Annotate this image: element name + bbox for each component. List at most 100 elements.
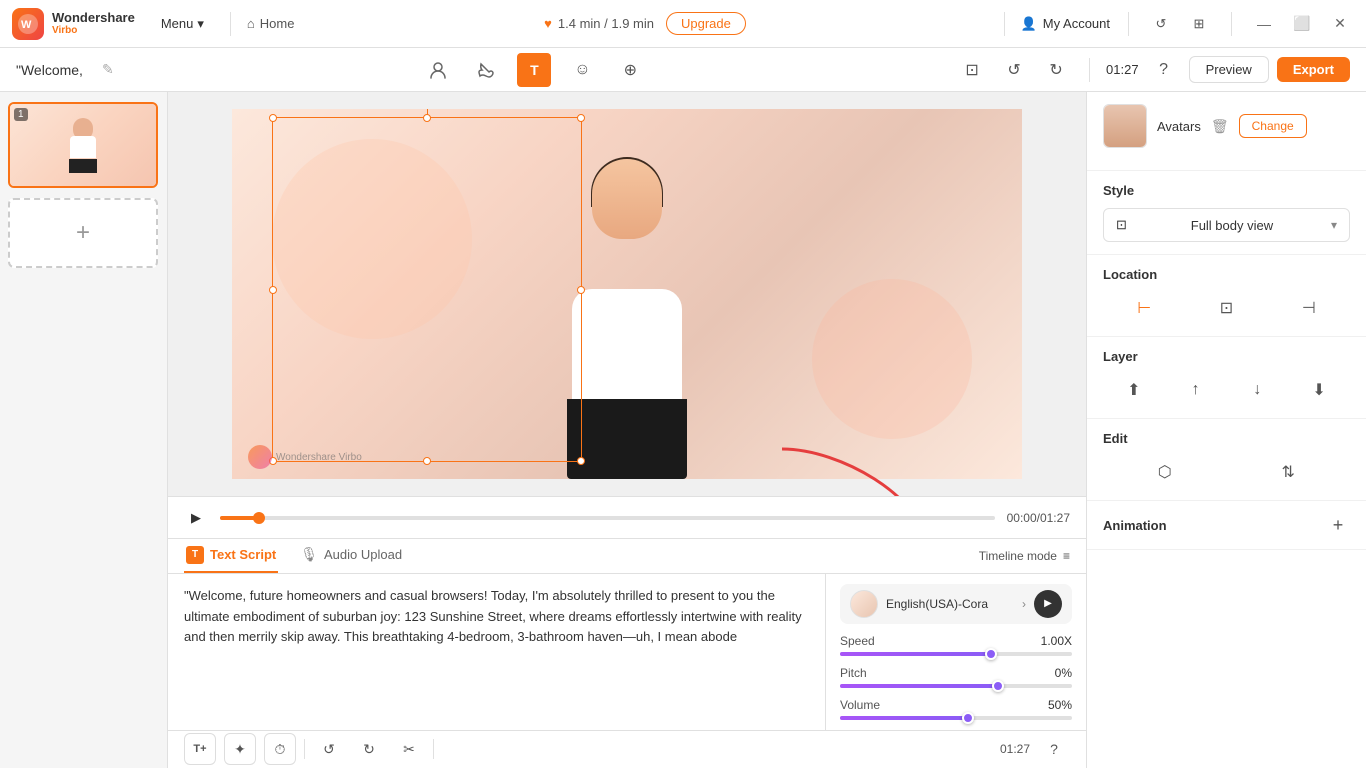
account-label: My Account [1043, 16, 1110, 31]
style-dropdown-value: Full body view [1191, 218, 1273, 233]
volume-slider-track[interactable] [840, 716, 1072, 720]
preview-button[interactable]: Preview [1189, 56, 1269, 83]
bottom-panel: T Text Script 🎙 Audio Upload Timeline mo… [168, 538, 1086, 768]
script-text-content[interactable]: "Welcome, future homeowners and casual b… [168, 574, 826, 730]
text-insert-button[interactable]: T+ [184, 733, 216, 765]
topbar-right: 👤 My Account ↺ ⊞ — ⬜ ✕ [1021, 10, 1354, 38]
timeline-mode-toggle[interactable]: Timeline mode ≡ [979, 549, 1070, 563]
align-right-button[interactable]: ⊣ [1293, 292, 1325, 324]
export-button[interactable]: Export [1277, 57, 1350, 82]
send-back-button[interactable]: ⬇ [1303, 374, 1335, 406]
align-center-button[interactable]: ⊡ [1210, 292, 1242, 324]
volume-slider-thumb[interactable] [962, 712, 974, 724]
voice-selector[interactable]: English(USA)-Cora › ▶ [840, 584, 1072, 624]
upgrade-button[interactable]: Upgrade [666, 12, 746, 35]
slide-1[interactable]: 1 [8, 102, 158, 188]
selection-handle-tl[interactable] [269, 114, 277, 122]
undo-button[interactable]: ↺ [997, 53, 1031, 87]
help-button[interactable]: ? [1147, 53, 1181, 87]
account-icon: 👤 [1021, 16, 1037, 32]
watermark: Wondershare Virbo [248, 445, 362, 469]
voice-chevron-icon: › [1022, 597, 1026, 611]
adjust-button[interactable]: ⇅ [1272, 456, 1304, 488]
crop-button[interactable]: ⬡ [1149, 456, 1181, 488]
pitch-slider-track[interactable] [840, 684, 1072, 688]
slide-avatar-body [70, 136, 96, 158]
layer-section: Layer ⬆ ↑ ↓ ⬇ [1087, 337, 1366, 419]
logo-text-area: Wondershare Virbo [52, 11, 135, 36]
progress-track[interactable] [220, 516, 995, 520]
progress-thumb[interactable] [253, 512, 265, 524]
minimize-button[interactable]: — [1250, 10, 1278, 38]
project-title[interactable]: "Welcome, [16, 62, 96, 78]
send-backward-button[interactable]: ↓ [1241, 374, 1273, 406]
speed-slider-track[interactable] [840, 652, 1072, 656]
avatars-label: Avatars [1157, 119, 1201, 134]
add-slide-button[interactable]: + [8, 198, 158, 268]
avatar-skirt [567, 399, 687, 479]
selection-handle-tr[interactable] [577, 114, 585, 122]
add-animation-button[interactable]: + [1326, 513, 1350, 537]
app-logo[interactable]: W Wondershare Virbo [12, 8, 135, 40]
selection-handle-ml[interactable] [269, 286, 277, 294]
bt-divider-2 [433, 739, 434, 759]
canvas-container[interactable]: Wondershare Virbo [168, 92, 1086, 496]
bt-help-button[interactable]: ? [1038, 733, 1070, 765]
audio-tab-label: Audio Upload [324, 547, 402, 562]
voice-play-button[interactable]: ▶ [1034, 590, 1062, 618]
speed-slider-thumb[interactable] [985, 648, 997, 660]
sticker-tool-button[interactable]: ☺ [565, 53, 599, 87]
avatar-figure[interactable] [497, 139, 757, 479]
fullscreen-button[interactable]: ⊡ [955, 53, 989, 87]
close-button[interactable]: ✕ [1326, 10, 1354, 38]
redo-button[interactable]: ↻ [1039, 53, 1073, 87]
text-tool-button[interactable]: T [517, 53, 551, 87]
maximize-button[interactable]: ⬜ [1288, 10, 1316, 38]
duration-badge: ♥ 1.4 min / 1.9 min [544, 16, 654, 31]
bring-forward-button[interactable]: ↑ [1180, 374, 1212, 406]
change-avatar-button[interactable]: Change [1239, 114, 1307, 138]
topbar-center: ♥ 1.4 min / 1.9 min Upgrade [302, 12, 987, 35]
play-button[interactable]: ▶ [184, 506, 208, 530]
location-title: Location [1103, 267, 1157, 282]
avatar-simulation [497, 139, 757, 479]
tab-audio-upload[interactable]: 🎙 Audio Upload [298, 539, 404, 573]
bring-front-button[interactable]: ⬆ [1118, 374, 1150, 406]
menu-button[interactable]: Menu ▾ [151, 12, 214, 36]
animation-section: Animation + [1087, 501, 1366, 550]
brush-tool-button[interactable] [469, 53, 503, 87]
pitch-slider-thumb[interactable] [992, 680, 1004, 692]
account-button[interactable]: 👤 My Account [1021, 16, 1110, 32]
selection-handle-bm[interactable] [423, 457, 431, 465]
playback-bar: ▶ 00:00/01:27 [168, 496, 1086, 538]
avatar-tool-button[interactable] [421, 53, 455, 87]
edit-title-icon[interactable]: ✎ [102, 61, 114, 78]
bt-undo-button[interactable]: ↺ [313, 733, 345, 765]
pitch-label-row: Pitch 0% [840, 666, 1072, 680]
product-name: Virbo [52, 25, 135, 36]
tab-text-script[interactable]: T Text Script [184, 539, 278, 573]
drawing-button[interactable]: ✦ [224, 733, 256, 765]
secondary-toolbar: "Welcome, ✎ T ☺ ⊕ ⊡ ↺ ↻ 01:27 ? Preview … [0, 48, 1366, 92]
selection-top-connector [427, 109, 428, 118]
avatars-section: Avatars 🗑 Change [1087, 92, 1366, 171]
align-left-button[interactable]: ⊢ [1128, 292, 1160, 324]
history-button[interactable]: ↺ [1147, 10, 1175, 38]
volume-value: 50% [1048, 698, 1072, 712]
divider-4 [1231, 12, 1232, 36]
add-tool-button[interactable]: ⊕ [613, 53, 647, 87]
bottom-toolbar: T+ ✦ ⏱ ↺ ↻ ✂ 01:27 ? [168, 730, 1086, 768]
selection-handle-tm[interactable] [423, 114, 431, 122]
timer-button[interactable]: ⏱ [264, 733, 296, 765]
style-dropdown[interactable]: ⊡ Full body view ▾ [1103, 208, 1350, 242]
logo-icon: W [12, 8, 44, 40]
edit-title: Edit [1103, 431, 1128, 446]
delete-avatar-button[interactable]: 🗑 [1211, 118, 1229, 135]
bt-redo-button[interactable]: ↻ [353, 733, 385, 765]
speed-slider-group: Speed 1.00X [840, 634, 1072, 656]
bt-scissors-button[interactable]: ✂ [393, 733, 425, 765]
script-tabs: T Text Script 🎙 Audio Upload Timeline mo… [168, 539, 1086, 574]
slide-avatar-skirt [69, 159, 97, 173]
home-button[interactable]: ⌂ Home [247, 16, 295, 31]
grid-button[interactable]: ⊞ [1185, 10, 1213, 38]
